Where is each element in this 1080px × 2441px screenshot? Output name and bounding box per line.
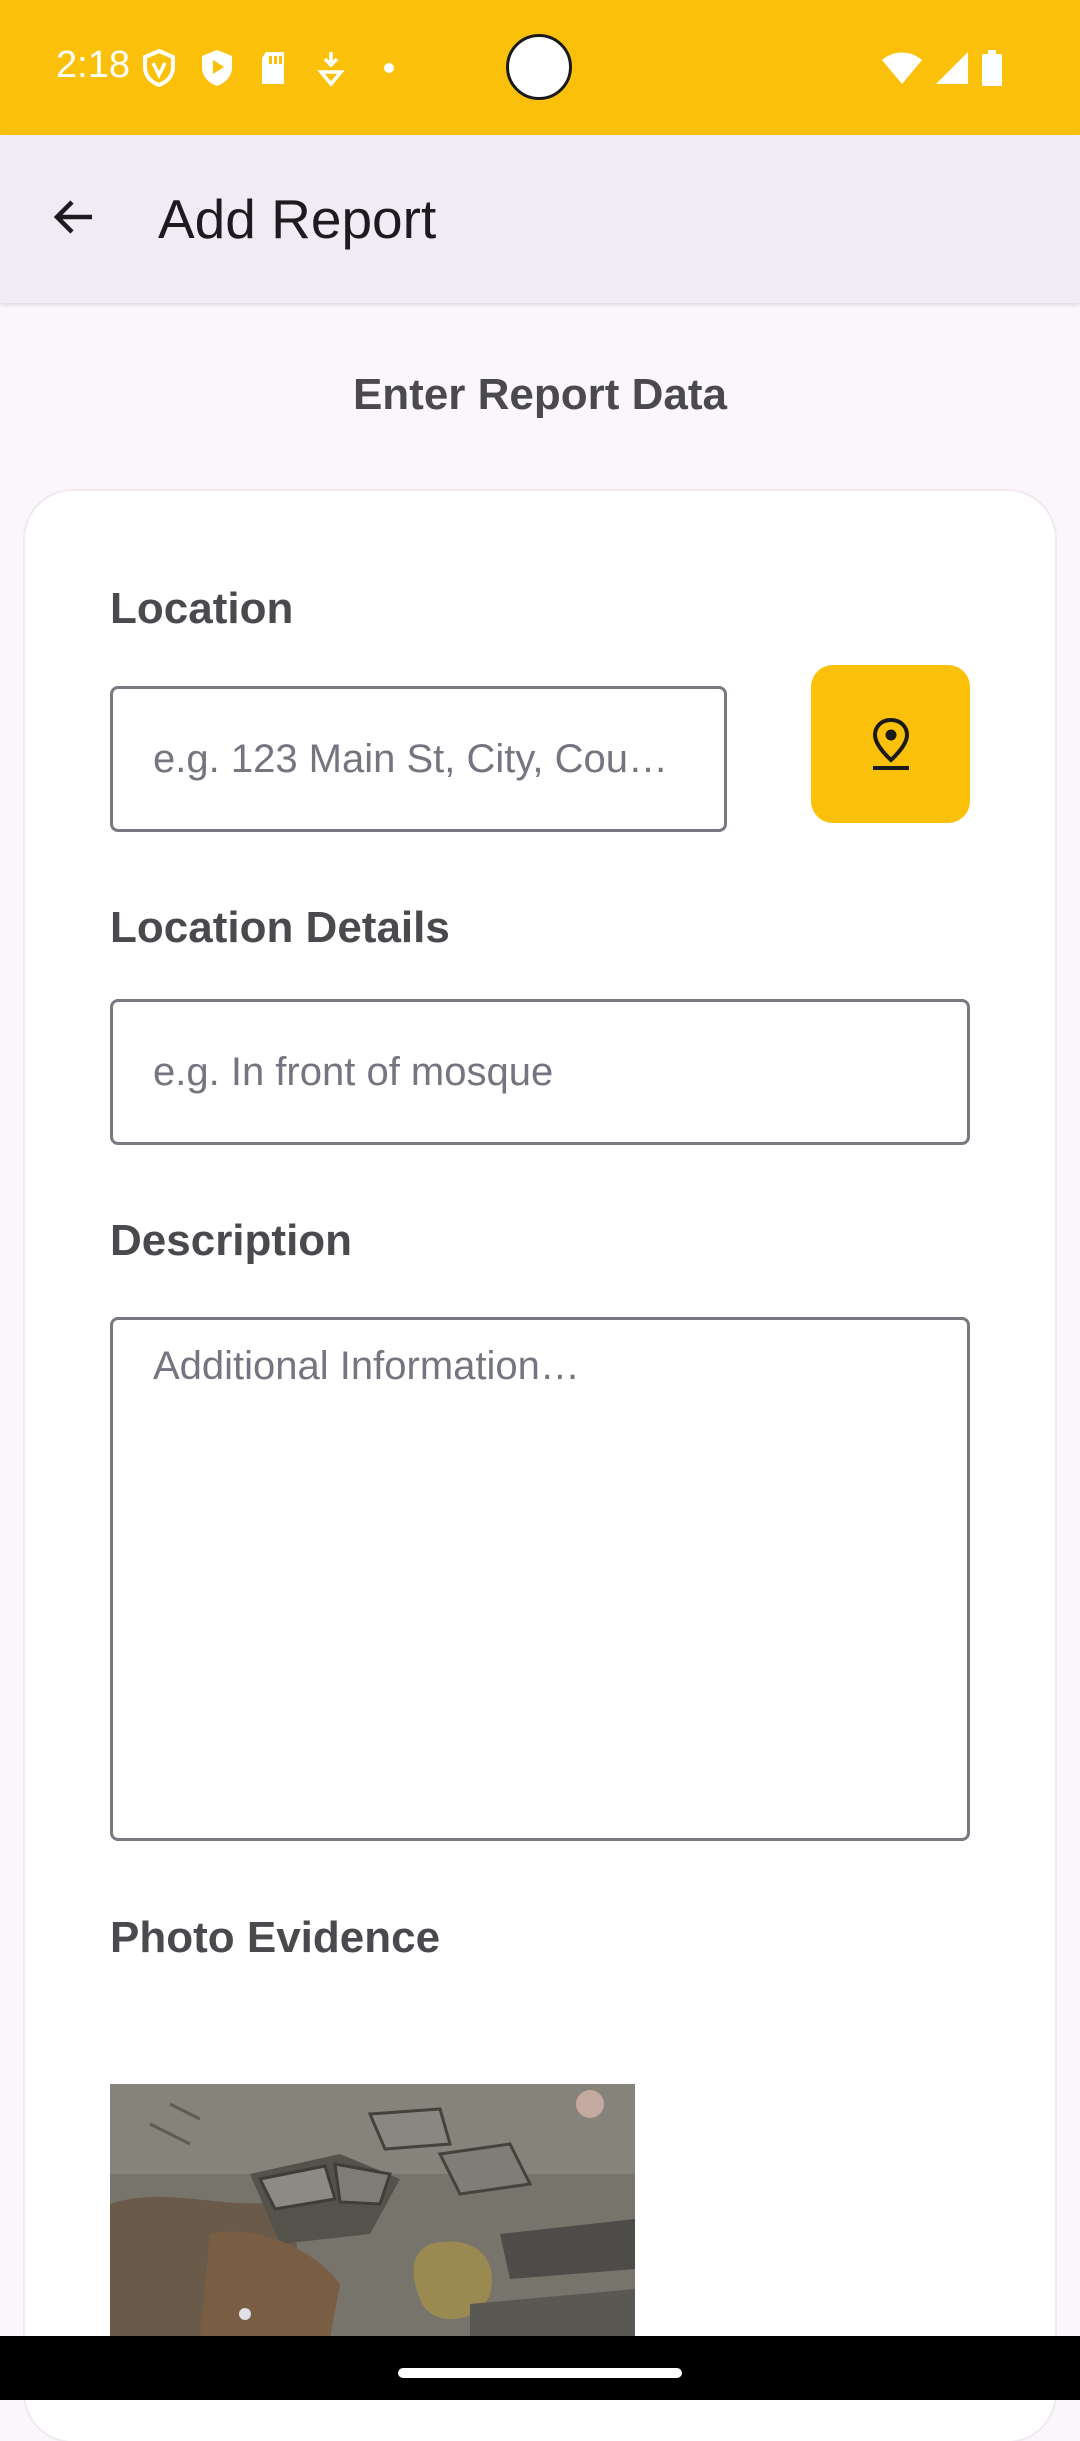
vpn-shield-icon xyxy=(143,48,175,88)
page-title: Add Report xyxy=(158,188,437,250)
play-protect-icon xyxy=(202,50,232,86)
description-label: Description xyxy=(110,1216,353,1265)
location-placeholder: e.g. 123 Main St, City, Cou… xyxy=(153,736,669,781)
location-details-label: Location Details xyxy=(110,903,450,952)
damaged-road-photo[interactable] xyxy=(110,2084,635,2338)
form-heading: Enter Report Data xyxy=(352,370,728,419)
wifi-icon xyxy=(882,52,922,84)
download-icon xyxy=(317,52,345,87)
home-gesture-handle[interactable] xyxy=(398,2368,682,2378)
back-button[interactable] xyxy=(32,175,116,259)
description-placeholder: Additional Information… xyxy=(153,1344,580,1388)
location-details-input[interactable]: e.g. In front of mosque xyxy=(110,999,970,1145)
dot-icon xyxy=(384,63,394,73)
sd-card-icon xyxy=(262,52,284,84)
description-input[interactable]: Additional Information… xyxy=(110,1317,970,1841)
status-bar: 2:18 xyxy=(0,0,1080,135)
signal-icon xyxy=(936,52,968,84)
app-bar: Add Report xyxy=(0,135,1080,303)
location-label: Location xyxy=(110,584,294,633)
location-details-placeholder: e.g. In front of mosque xyxy=(153,1049,554,1094)
photo-image xyxy=(110,2084,635,2338)
arrow-back-icon xyxy=(53,200,92,234)
use-current-location-button[interactable] xyxy=(811,665,970,823)
photo-evidence-label: Photo Evidence xyxy=(110,1913,441,1962)
camera-cutout xyxy=(506,34,572,100)
location-pin-icon xyxy=(872,717,909,770)
location-input[interactable]: e.g. 123 Main St, City, Cou… xyxy=(110,686,727,832)
battery-icon xyxy=(982,50,1002,86)
status-time: 2:18 xyxy=(56,44,130,86)
status-icons-right xyxy=(880,48,1040,88)
